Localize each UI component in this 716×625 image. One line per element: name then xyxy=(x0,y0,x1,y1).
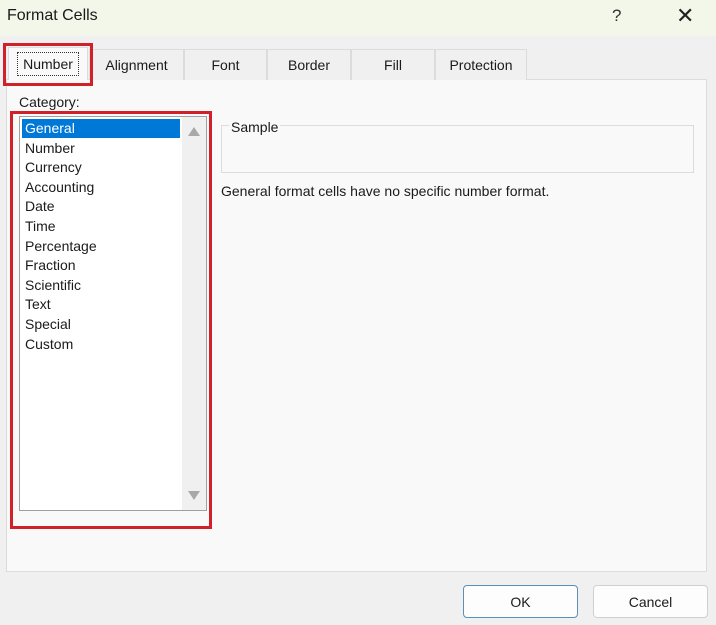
title-bar xyxy=(0,0,716,36)
cancel-button[interactable]: Cancel xyxy=(593,585,708,618)
category-label: Category: xyxy=(19,94,80,110)
sample-label: Sample xyxy=(229,119,281,135)
tab-font[interactable]: Font xyxy=(184,49,267,80)
help-icon[interactable]: ? xyxy=(612,6,621,26)
window-title: Format Cells xyxy=(7,7,98,24)
tab-fill[interactable]: Fill xyxy=(351,49,435,80)
tab-border[interactable]: Border xyxy=(267,49,351,80)
highlight-box-tab xyxy=(3,43,93,86)
tab-protection[interactable]: Protection xyxy=(435,49,527,80)
sample-group xyxy=(221,125,694,173)
highlight-box-category xyxy=(10,111,212,529)
close-icon[interactable]: ✕ xyxy=(676,3,694,29)
format-description: General format cells have no specific nu… xyxy=(221,183,550,199)
tab-alignment[interactable]: Alignment xyxy=(89,49,184,80)
ok-button[interactable]: OK xyxy=(463,585,578,618)
